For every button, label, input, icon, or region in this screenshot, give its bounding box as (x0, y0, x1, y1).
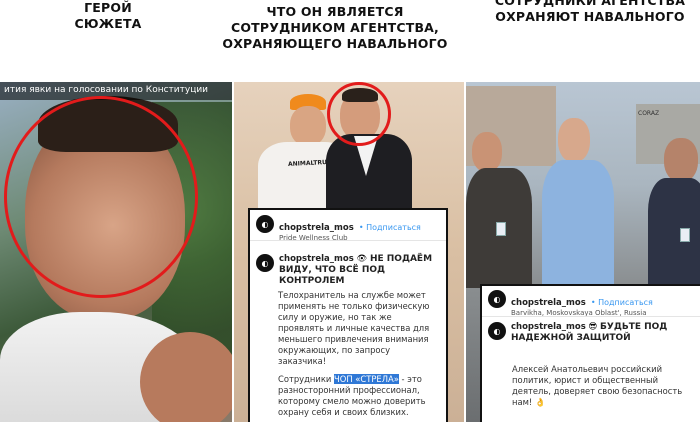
caption-left-line1: ГЕРОЙ (84, 0, 132, 15)
storefront-sign: CORAZ (638, 110, 660, 117)
instagram-post-card-2: ◐ chopstrela_mos • Подписаться Barvikha,… (480, 284, 700, 422)
caption-header: ◐ chopstrela_mos 👁 НЕ ПОДАЁМ ВИДУ, ЧТО В… (256, 254, 440, 287)
caption-paragraph-1: Телохранитель на службе может применять … (278, 290, 430, 366)
badge-right (680, 228, 690, 242)
p2-before: Сотрудники (278, 374, 334, 384)
post-header-2: ◐ chopstrela_mos • Подписаться Barvikha,… (488, 290, 653, 317)
caption-avatar[interactable]: ◐ (256, 254, 274, 272)
red-circle-center (327, 82, 391, 146)
caption-paragraph-2: Сотрудники ЧОП «СТРЕЛА» - это разносторо… (278, 374, 438, 418)
account-avatar-2[interactable]: ◐ (488, 290, 506, 308)
instagram-post-card-1: ◐ chopstrela_mos • Подписаться Pride Wel… (248, 208, 448, 422)
caption-right: СОТРУДНИКИ АГЕНТСТВА ОХРАНЯЮТ НАВАЛЬНОГО (480, 0, 700, 25)
left-man-face (290, 106, 326, 146)
eye-emoji-icon: 👁 (356, 254, 368, 264)
caption-avatar-2[interactable]: ◐ (488, 322, 506, 340)
right-photo-panel: CORAZ ◐ chopstrela_mos • Подписаться Bar… (466, 82, 700, 422)
center-photo-panel: ANIMALTRU ◐ chopstrela_mos • Подписаться… (234, 82, 464, 422)
ok-hand-emoji-icon: 👌 (534, 397, 546, 407)
divider-line (250, 240, 446, 241)
caption-right-line1: СОТРУДНИКИ АГЕНТСТВА (494, 0, 686, 8)
navalny-shirt (542, 160, 614, 290)
follow-button-2[interactable]: • Подписаться (591, 298, 653, 307)
person-right-face (664, 138, 698, 182)
navalny-face (558, 118, 590, 162)
person-left-face (472, 132, 502, 172)
caption-center: ЧТО ОН ЯВЛЯЕТСЯ СОТРУДНИКОМ АГЕНТСТВА, О… (220, 4, 450, 52)
caption-left-line2: СЮЖЕТА (74, 16, 142, 31)
highlighted-company-name: ЧОП «СТРЕЛА» (334, 374, 399, 384)
account-avatar[interactable]: ◐ (256, 215, 274, 233)
red-circle-left (4, 96, 198, 298)
caption-center-line3: ОХРАНЯЮЩЕГО НАВАЛЬНОГО (222, 36, 448, 51)
caption-header-2: ◐ chopstrela_mos 😎 БУДЬТЕ ПОД НАДЕЖНОЙ З… (488, 322, 694, 344)
left-photo-panel: ития явки на голосовании по Конституции (0, 82, 232, 422)
post-header: ◐ chopstrela_mos • Подписаться Pride Wel… (256, 215, 421, 242)
follow-button[interactable]: • Подписаться (359, 223, 421, 232)
caption-handle[interactable]: chopstrela_mos (279, 254, 354, 264)
man-shoulder (140, 332, 232, 422)
video-subtitle: ития явки на голосовании по Конституции (4, 85, 209, 95)
caption-paragraph-card2: Алексей Анатольевич российский политик, … (512, 364, 692, 408)
caption-center-line1: ЧТО ОН ЯВЛЯЕТСЯ (266, 4, 404, 19)
caption-left: ГЕРОЙ СЮЖЕТА (58, 0, 158, 32)
caption-center-line2: СОТРУДНИКОМ АГЕНТСТВА, (230, 20, 440, 35)
caption-handle-2[interactable]: chopstrela_mos (511, 322, 586, 332)
account-handle[interactable]: chopstrela_mos (279, 223, 354, 233)
person-right-body (648, 178, 700, 288)
caption-right-line2: ОХРАНЯЮТ НАВАЛЬНОГО (495, 9, 685, 24)
sunglasses-emoji-icon: 😎 (588, 322, 598, 332)
divider-line-2 (482, 316, 700, 317)
badge-left (496, 222, 506, 236)
account-handle-2[interactable]: chopstrela_mos (511, 298, 586, 308)
